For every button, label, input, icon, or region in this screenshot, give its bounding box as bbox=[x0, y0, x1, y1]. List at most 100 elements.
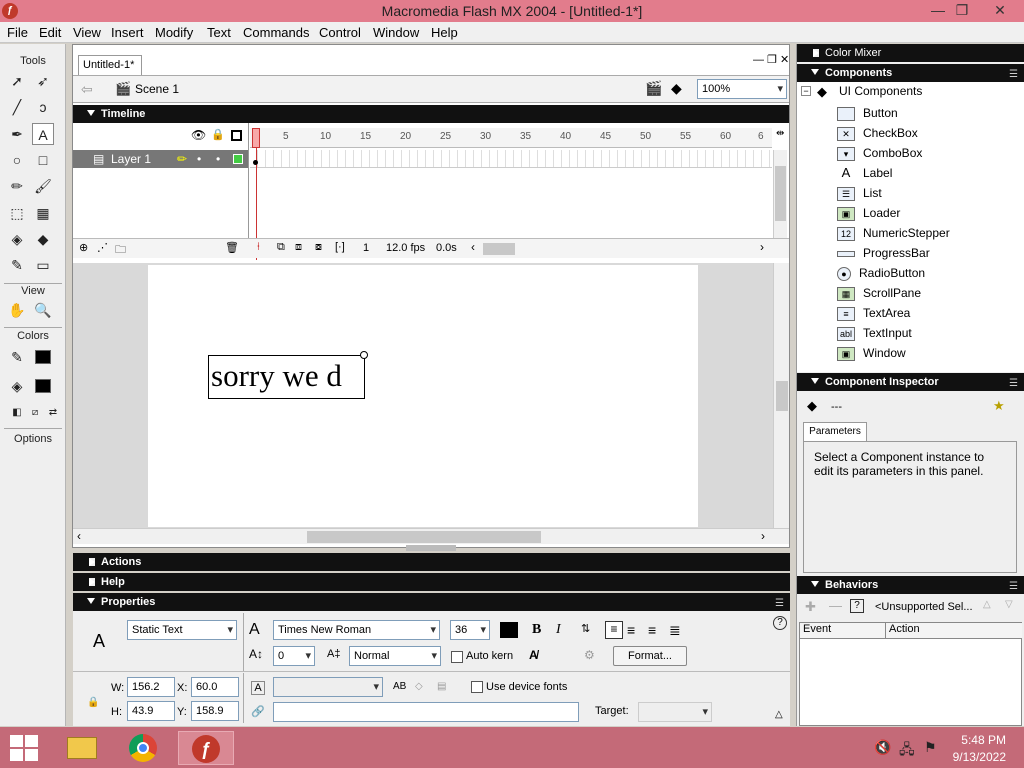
restore-button[interactable]: ❐ bbox=[946, 0, 978, 22]
onion-skin-icon[interactable]: ⧉ bbox=[277, 241, 285, 254]
menu-text[interactable]: Text bbox=[207, 25, 231, 40]
panel-options-icon[interactable]: ☰ bbox=[1009, 578, 1018, 596]
edit-symbols-icon[interactable]: ◆ bbox=[671, 80, 682, 97]
component-window[interactable]: ▣ Window bbox=[837, 343, 906, 363]
component-label[interactable]: A Label bbox=[837, 163, 893, 183]
event-column-header[interactable]: Event bbox=[800, 623, 886, 639]
document-tab[interactable]: Untitled-1* bbox=[78, 55, 142, 75]
timeline-vscroll[interactable] bbox=[773, 150, 787, 240]
arrow-tool-icon[interactable]: ➚ bbox=[6, 70, 28, 92]
component-combobox[interactable]: ▾ ComboBox bbox=[837, 143, 922, 163]
menu-file[interactable]: File bbox=[7, 25, 28, 40]
component-list[interactable]: ☰ List bbox=[837, 183, 882, 203]
text-tool-icon[interactable]: A bbox=[32, 123, 54, 145]
menu-insert[interactable]: Insert bbox=[111, 25, 144, 40]
collapse-properties-icon[interactable]: △ bbox=[775, 709, 783, 720]
paint-bucket-tool-icon[interactable]: ◆ bbox=[32, 228, 54, 250]
component-radiobutton[interactable]: ● RadioButton bbox=[837, 263, 925, 283]
component-numericstepper[interactable]: 12 NumericStepper bbox=[837, 223, 950, 243]
edit-multiple-frames-icon[interactable]: ⧇ bbox=[315, 241, 322, 254]
eyedropper-tool-icon[interactable]: ✎ bbox=[6, 254, 28, 276]
frame-ruler[interactable]: 5 10 15 20 25 30 35 40 45 50 55 60 6 bbox=[250, 128, 772, 148]
clock-time[interactable]: 5:48 PM bbox=[950, 733, 1006, 747]
stage-hscroll-thumb[interactable] bbox=[307, 531, 541, 543]
italic-button[interactable]: I bbox=[556, 622, 561, 638]
windows-start-icon[interactable] bbox=[10, 735, 38, 761]
timeline-header[interactable]: Timeline bbox=[73, 105, 789, 123]
pencil-tool-icon[interactable]: ✏ bbox=[6, 175, 28, 197]
doc-window-controls[interactable]: — ❐ ✕ bbox=[753, 53, 789, 66]
menu-modify[interactable]: Modify bbox=[155, 25, 193, 40]
menu-edit[interactable]: Edit bbox=[39, 25, 61, 40]
star-icon[interactable]: ★ bbox=[993, 398, 1005, 414]
text-direction-icon[interactable]: ⇅ bbox=[581, 622, 590, 635]
visible-dot[interactable]: • bbox=[197, 150, 201, 168]
frame-view-menu-icon[interactable]: ⇹ bbox=[776, 128, 784, 139]
eraser-tool-icon[interactable]: ▭ bbox=[32, 254, 54, 276]
url-field[interactable] bbox=[273, 702, 579, 722]
stage-vscroll[interactable] bbox=[773, 263, 789, 528]
behaviors-header[interactable]: Behaviors ☰ bbox=[797, 576, 1024, 594]
use-device-fonts-checkbox[interactable] bbox=[471, 681, 483, 693]
free-transform-tool-icon[interactable]: ⬚ bbox=[6, 202, 28, 224]
align-center-button[interactable]: ≡ bbox=[627, 622, 635, 638]
rectangle-tool-icon[interactable]: □ bbox=[32, 149, 54, 171]
align-right-button[interactable]: ≡ bbox=[648, 622, 656, 638]
help-button[interactable]: ? bbox=[773, 616, 787, 630]
components-header[interactable]: Components ☰ bbox=[797, 64, 1024, 82]
action-center-icon[interactable]: ⚑ bbox=[924, 739, 937, 756]
oval-tool-icon[interactable]: ○ bbox=[6, 149, 28, 171]
fill-transform-tool-icon[interactable]: ▦ bbox=[32, 202, 54, 224]
component-textinput[interactable]: abl TextInput bbox=[837, 323, 912, 343]
layer-row[interactable]: ▤ Layer 1 ✏ • • bbox=[73, 150, 248, 168]
keyframe-dot[interactable] bbox=[253, 160, 258, 165]
zoom-tool-icon[interactable]: 🔍 bbox=[32, 299, 54, 321]
stroke-color-swatch[interactable] bbox=[32, 346, 54, 368]
lock-ratio-icon[interactable]: 🔒 bbox=[87, 697, 99, 708]
hscroll-right-icon[interactable]: › bbox=[760, 240, 764, 254]
rotate-text-icon[interactable]: A̸ bbox=[529, 648, 538, 662]
auto-kern-checkbox[interactable] bbox=[451, 651, 463, 663]
timeline-hscroll-thumb[interactable] bbox=[483, 243, 515, 255]
swap-colors-icon[interactable]: ⇄ bbox=[42, 402, 64, 424]
tree-collapse-icon[interactable]: − bbox=[801, 86, 811, 96]
edit-scene-icon[interactable]: 🎬 bbox=[645, 80, 662, 97]
playhead[interactable] bbox=[252, 128, 260, 148]
flash-taskbar-icon[interactable]: ƒ bbox=[178, 731, 234, 765]
menu-commands[interactable]: Commands bbox=[243, 25, 309, 40]
hscroll-left-icon[interactable]: ‹ bbox=[471, 240, 475, 254]
center-frame-icon[interactable]: ⍿ bbox=[257, 241, 260, 254]
y-field[interactable]: 158.9 bbox=[191, 701, 239, 721]
delete-layer-icon[interactable]: 🗑 bbox=[225, 241, 239, 254]
fill-color-swatch[interactable] bbox=[32, 375, 54, 397]
chrome-icon[interactable] bbox=[119, 731, 167, 765]
file-explorer-icon[interactable] bbox=[58, 731, 106, 765]
volume-muted-icon[interactable]: 🔇 bbox=[874, 739, 891, 756]
back-arrow-icon[interactable]: ⇦ bbox=[81, 81, 93, 98]
lock-icon[interactable]: 🔒 bbox=[211, 128, 225, 141]
stage-scroll-right-icon[interactable]: › bbox=[761, 529, 765, 543]
add-motion-guide-icon[interactable]: ⋰ bbox=[97, 241, 108, 254]
justify-button[interactable]: ≣ bbox=[669, 622, 681, 639]
baseline-select[interactable]: Normal bbox=[349, 646, 441, 666]
eye-icon[interactable]: 👁 bbox=[191, 128, 206, 142]
font-select[interactable]: Times New Roman bbox=[273, 620, 440, 640]
format-button[interactable]: Format... bbox=[613, 646, 687, 666]
behavior-help-icon[interactable]: ? bbox=[850, 599, 864, 613]
component-inspector-header[interactable]: Component Inspector ☰ bbox=[797, 373, 1024, 391]
brush-tool-icon[interactable]: 🖌 bbox=[32, 175, 54, 197]
subselect-tool-icon[interactable]: ➶ bbox=[32, 70, 54, 92]
component-checkbox[interactable]: ✕ CheckBox bbox=[837, 123, 918, 143]
onion-outlines-icon[interactable]: ⧈ bbox=[295, 241, 302, 254]
tab-parameters[interactable]: Parameters bbox=[803, 422, 867, 442]
ink-bottle-tool-icon[interactable]: ◈ bbox=[6, 228, 28, 250]
pen-tool-icon[interactable]: ✒ bbox=[6, 123, 28, 145]
x-field[interactable]: 60.0 bbox=[191, 677, 239, 697]
clock-date[interactable]: 9/13/2022 bbox=[940, 750, 1006, 764]
menu-view[interactable]: View bbox=[73, 25, 101, 40]
align-left-button[interactable]: ≡ bbox=[605, 621, 623, 639]
ui-components-label[interactable]: UI Components bbox=[839, 84, 922, 98]
insert-folder-icon[interactable]: 🗀 bbox=[115, 241, 126, 260]
stage-text-field[interactable]: sorry we d bbox=[208, 355, 365, 399]
menu-help[interactable]: Help bbox=[431, 25, 458, 40]
